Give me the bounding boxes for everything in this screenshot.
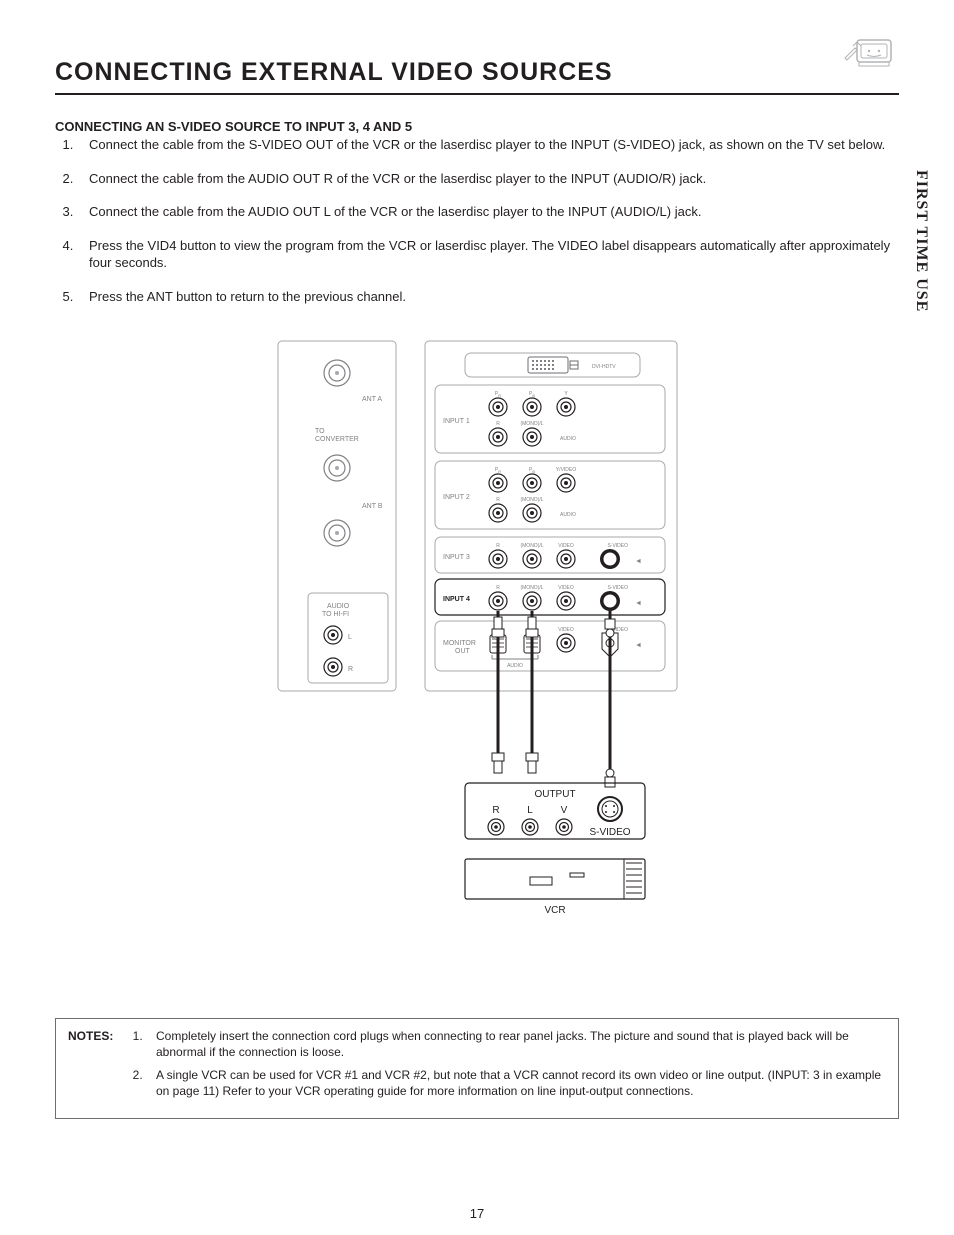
- svg-text:R: R: [496, 421, 500, 427]
- svg-text:S-VIDEO: S-VIDEO: [607, 543, 628, 549]
- svg-text:VIDEO: VIDEO: [558, 585, 574, 591]
- step-item: Press the VID4 button to view the progra…: [77, 237, 899, 272]
- svg-text:VIDEO: VIDEO: [558, 543, 574, 549]
- svg-text:PR: PR: [494, 467, 500, 474]
- svg-text:L: L: [527, 805, 533, 816]
- svg-text:R: R: [496, 585, 500, 591]
- svg-text:R: R: [492, 805, 499, 816]
- section-subheading: CONNECTING AN S-VIDEO SOURCE TO INPUT 3,…: [55, 119, 899, 134]
- label-ant-b: ANT B: [362, 503, 383, 510]
- step-item: Connect the cable from the S-VIDEO OUT o…: [77, 136, 899, 154]
- page-title: CONNECTING EXTERNAL VIDEO SOURCES: [55, 58, 899, 87]
- label-r: R: [348, 666, 353, 673]
- svg-text:◄: ◄: [635, 558, 642, 565]
- label-vcr: VCR: [544, 905, 565, 916]
- step-item: Connect the cable from the AUDIO OUT L o…: [77, 203, 899, 221]
- label-output: OUTPUT: [534, 789, 575, 800]
- svg-text:PB: PB: [528, 391, 534, 398]
- step-item: Press the ANT button to return to the pr…: [77, 288, 899, 306]
- notes-label: NOTES:: [68, 1029, 128, 1107]
- label-input4: INPUT 4: [443, 596, 470, 603]
- svg-text:(MONO)/L: (MONO)/L: [520, 421, 543, 427]
- label-input2: INPUT 2: [443, 494, 470, 501]
- svg-text:Y/VIDEO: Y/VIDEO: [555, 467, 575, 473]
- svg-text:(MONO)/L: (MONO)/L: [520, 543, 543, 549]
- svg-text:R: R: [496, 497, 500, 503]
- svg-text:S-VIDEO: S-VIDEO: [607, 585, 628, 591]
- svg-text:PR: PR: [494, 391, 500, 398]
- label-to: TO: [315, 428, 325, 435]
- svg-text:◄: ◄: [635, 642, 642, 649]
- svg-text:◄: ◄: [635, 600, 642, 607]
- connection-diagram: ANT A TOCONVERTER ANT B AUDIOTO HI-FI L …: [270, 333, 685, 978]
- svg-text:AUDIO: AUDIO: [560, 436, 576, 442]
- svg-text:AUDIO: AUDIO: [507, 663, 523, 669]
- side-tab: FIRST TIME USE: [912, 170, 930, 312]
- svg-text:(MONO)/L: (MONO)/L: [520, 585, 543, 591]
- svg-text:R: R: [496, 543, 500, 549]
- svg-text:AUDIO: AUDIO: [560, 512, 576, 518]
- instruction-list: Connect the cable from the S-VIDEO OUT o…: [55, 136, 899, 305]
- label-input3: INPUT 3: [443, 554, 470, 561]
- svg-text:(MONO)/L: (MONO)/L: [520, 497, 543, 503]
- svg-text:Y: Y: [564, 391, 568, 397]
- label-ant-a: ANT A: [362, 396, 382, 403]
- note-item: Completely insert the connection cord pl…: [146, 1029, 886, 1060]
- svg-text:MONITOROUT: MONITOROUT: [443, 640, 476, 655]
- page-number: 17: [0, 1206, 954, 1221]
- svg-text:TOCONVERTER: TOCONVERTER: [315, 428, 359, 443]
- title-underline: [55, 93, 899, 95]
- svg-text:PB: PB: [528, 467, 534, 474]
- label-input1: INPUT 1: [443, 418, 470, 425]
- svg-text:V: V: [560, 805, 567, 816]
- step-item: Connect the cable from the AUDIO OUT R o…: [77, 170, 899, 188]
- label-l: L: [348, 634, 352, 641]
- notes-list: Completely insert the connection cord pl…: [128, 1029, 886, 1107]
- label-svideo-vcr: S-VIDEO: [589, 827, 630, 838]
- note-item: A single VCR can be used for VCR #1 and …: [146, 1068, 886, 1099]
- label-dvi: DVI-HDTV: [592, 364, 616, 370]
- notes-box: NOTES: Completely insert the connection …: [55, 1018, 899, 1118]
- tv-corner-icon: [839, 30, 899, 77]
- svg-text:AUDIOTO HI-FI: AUDIOTO HI-FI: [322, 603, 350, 618]
- svg-text:VIDEO: VIDEO: [558, 627, 574, 633]
